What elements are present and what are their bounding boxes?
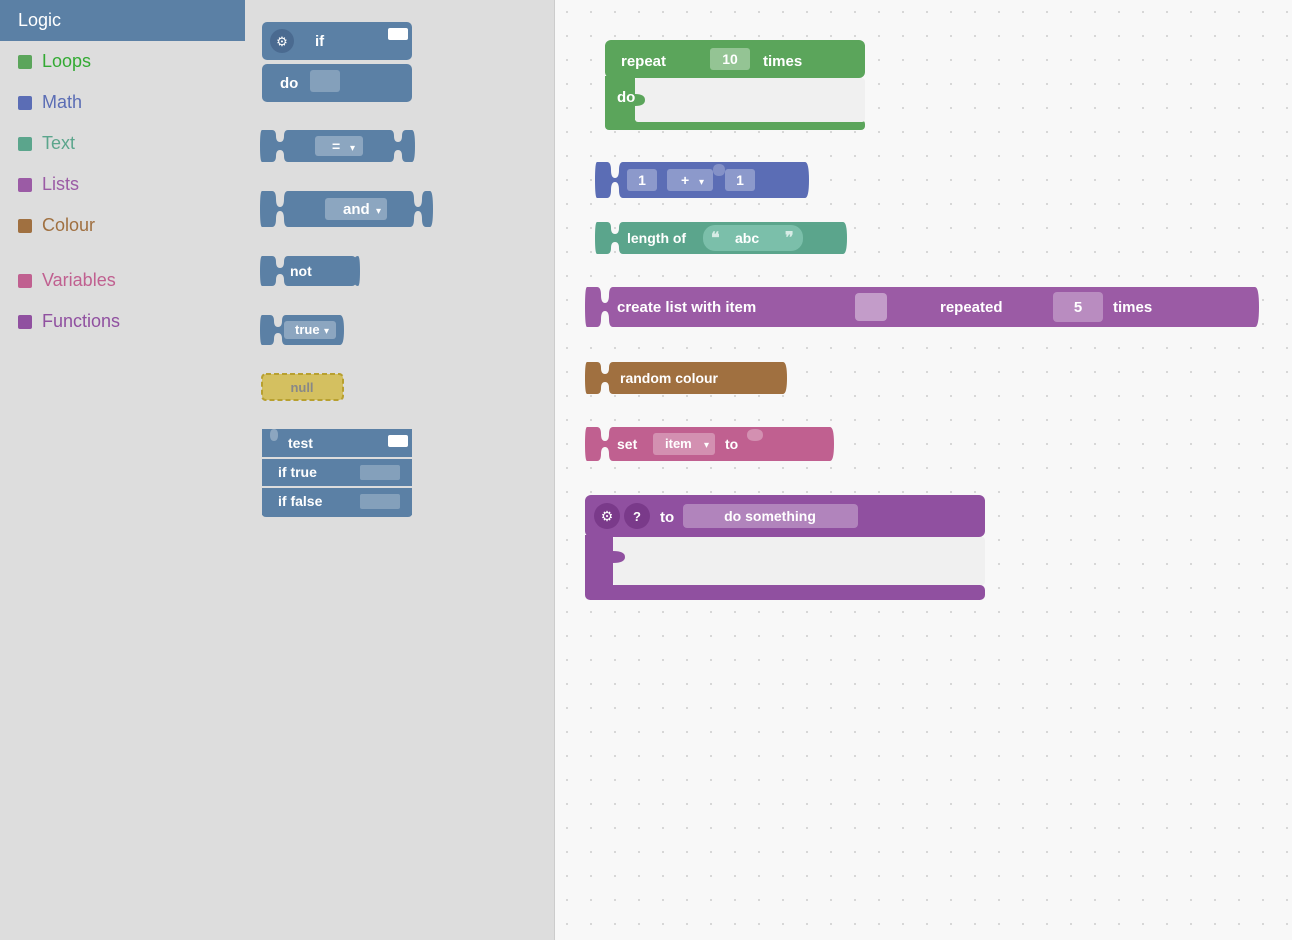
svg-text:▾: ▾	[704, 440, 709, 451]
svg-text:test: test	[288, 435, 313, 451]
svg-text:=: =	[332, 138, 340, 154]
functions-color-dot	[18, 315, 32, 329]
svg-text:if false: if false	[278, 493, 323, 509]
svg-text:random colour: random colour	[620, 370, 719, 386]
repeat-block[interactable]: repeat 10 times do	[605, 40, 885, 135]
logic-label: Logic	[18, 10, 61, 31]
set-item-block[interactable]: set item ▾ to	[585, 425, 845, 468]
text-label: Text	[42, 133, 75, 154]
svg-text:true: true	[295, 322, 320, 337]
sidebar-item-colour[interactable]: Colour	[0, 205, 245, 246]
ternary-palette-block[interactable]: test if true if false	[260, 427, 539, 522]
sidebar: Logic Loops Math Text Lists Colour Varia…	[0, 0, 245, 940]
variables-color-dot	[18, 274, 32, 288]
svg-text:+: +	[681, 172, 689, 188]
sidebar-item-lists[interactable]: Lists	[0, 164, 245, 205]
svg-text:repeated: repeated	[940, 299, 1003, 316]
eq-palette-block[interactable]: = ▾	[260, 128, 539, 169]
svg-text:1: 1	[736, 172, 744, 188]
sidebar-item-functions[interactable]: Functions	[0, 301, 245, 342]
svg-text:to: to	[660, 509, 674, 526]
svg-text:if: if	[315, 33, 325, 50]
svg-text:length of: length of	[627, 230, 686, 246]
svg-text:▾: ▾	[350, 143, 355, 154]
svg-text:set: set	[617, 436, 638, 452]
svg-text:1: 1	[638, 172, 646, 188]
true-palette-block[interactable]: true ▾	[260, 313, 539, 352]
math-label: Math	[42, 92, 82, 113]
svg-text:❞: ❞	[785, 230, 794, 247]
svg-text:times: times	[763, 53, 802, 70]
svg-text:if true: if true	[278, 464, 317, 480]
workspace[interactable]: repeat 10 times do 1 + ▾ 1	[555, 0, 1292, 940]
svg-text:repeat: repeat	[621, 53, 666, 70]
svg-text:create list with item: create list with item	[617, 299, 756, 316]
sidebar-item-variables[interactable]: Variables	[0, 260, 245, 301]
math-color-dot	[18, 96, 32, 110]
lists-label: Lists	[42, 174, 79, 195]
length-block[interactable]: length of ❝ abc ❞	[595, 220, 855, 261]
svg-text:not: not	[290, 263, 312, 279]
create-list-block[interactable]: create list with item repeated 5 times	[585, 285, 1265, 334]
svg-text:do: do	[280, 75, 298, 92]
svg-text:▾: ▾	[376, 206, 381, 217]
if-do-palette-block[interactable]: ⚙ if do	[260, 20, 539, 115]
loops-label: Loops	[42, 51, 91, 72]
svg-text:item: item	[665, 436, 692, 451]
function-def-block[interactable]: ⚙ ? to do something	[585, 495, 1005, 605]
text-color-dot	[18, 137, 32, 151]
colour-label: Colour	[42, 215, 95, 236]
colour-color-dot	[18, 219, 32, 233]
svg-text:⚙: ⚙	[276, 34, 288, 49]
svg-text:do something: do something	[724, 508, 816, 524]
svg-text:10: 10	[722, 51, 738, 67]
svg-text:and: and	[343, 201, 370, 218]
loops-color-dot	[18, 55, 32, 69]
svg-text:5: 5	[1074, 299, 1082, 316]
svg-text:abc: abc	[735, 230, 759, 246]
sidebar-item-logic[interactable]: Logic	[0, 0, 245, 41]
svg-text:?: ?	[633, 509, 641, 524]
svg-text:do: do	[617, 89, 635, 106]
palette: ⚙ if do = ▾	[245, 0, 555, 940]
functions-label: Functions	[42, 311, 120, 332]
sidebar-item-text[interactable]: Text	[0, 123, 245, 164]
math-add-block[interactable]: 1 + ▾ 1	[595, 160, 815, 205]
sidebar-item-loops[interactable]: Loops	[0, 41, 245, 82]
svg-text:❝: ❝	[711, 230, 720, 247]
random-colour-block[interactable]: random colour	[585, 360, 795, 401]
svg-text:times: times	[1113, 299, 1152, 316]
svg-text:to: to	[725, 436, 738, 452]
not-palette-block[interactable]: not	[260, 254, 539, 293]
variables-label: Variables	[42, 270, 116, 291]
sidebar-item-math[interactable]: Math	[0, 82, 245, 123]
svg-text:null: null	[290, 380, 313, 395]
svg-text:⚙: ⚙	[601, 508, 614, 524]
and-palette-block[interactable]: and ▾	[260, 189, 539, 234]
lists-color-dot	[18, 178, 32, 192]
null-palette-block[interactable]: null	[260, 372, 539, 407]
svg-text:▾: ▾	[324, 326, 329, 337]
svg-text:▾: ▾	[699, 177, 704, 188]
